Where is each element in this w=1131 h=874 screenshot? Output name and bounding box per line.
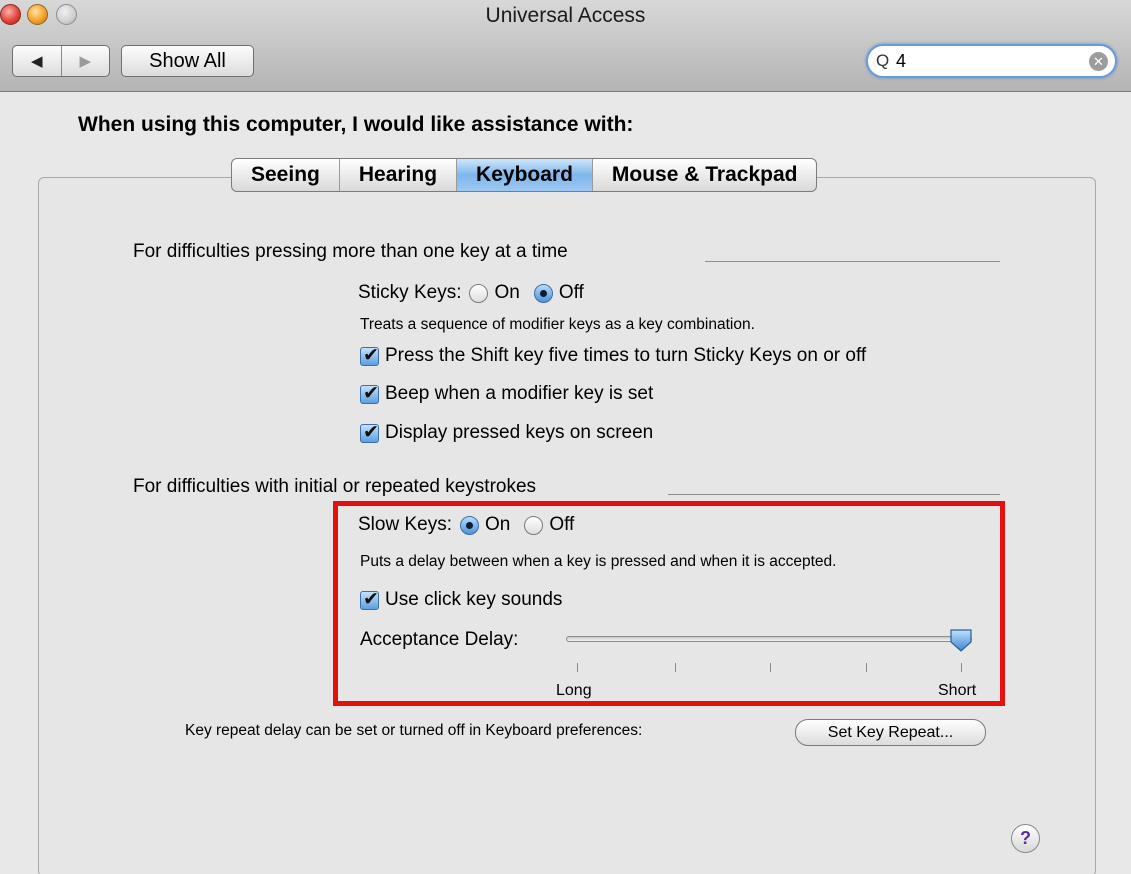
set-key-repeat-button[interactable]: Set Key Repeat... xyxy=(795,719,986,746)
category-tabs: Seeing Hearing Keyboard Mouse & Trackpad xyxy=(231,158,818,192)
sticky-keys-label: Sticky Keys: xyxy=(358,282,462,303)
radio-label: On xyxy=(494,282,520,303)
search-icon: Q xyxy=(876,51,890,70)
section-divider xyxy=(705,261,1000,262)
forward-arrow-icon[interactable]: ▶ xyxy=(60,46,110,76)
checkbox-label: Press the Shift key five times to turn S… xyxy=(385,345,867,366)
checkbox-checked-icon xyxy=(360,421,379,444)
tab-mouse-trackpad[interactable]: Mouse & Trackpad xyxy=(591,159,817,191)
shift-five-times-checkbox[interactable]: Press the Shift key five times to turn S… xyxy=(360,344,867,367)
checkbox-label: Beep when a modifier key is set xyxy=(385,383,654,404)
clear-search-icon[interactable]: ✕ xyxy=(1089,52,1108,71)
radio-icon xyxy=(469,283,489,303)
sticky-keys-on-radio[interactable]: On xyxy=(469,282,520,304)
sticky-keys-description: Treats a sequence of modifier keys as a … xyxy=(360,316,755,333)
radio-label: Off xyxy=(558,282,584,303)
window-title: Universal Access xyxy=(485,4,646,27)
display-keys-checkbox[interactable]: Display pressed keys on screen xyxy=(360,421,654,444)
show-all-button[interactable]: Show All xyxy=(121,45,254,77)
checkbox-checked-icon xyxy=(360,382,379,405)
checkbox-checked-icon xyxy=(360,344,379,367)
tab-seeing[interactable]: Seeing xyxy=(232,159,339,191)
tab-keyboard[interactable]: Keyboard xyxy=(456,159,592,191)
help-icon[interactable]: ? xyxy=(1011,824,1040,853)
section-divider xyxy=(668,494,1000,495)
search-input[interactable] xyxy=(896,49,1076,73)
navigation-segmented-control: ◀ ▶ xyxy=(12,45,110,77)
checkbox-label: Display pressed keys on screen xyxy=(385,422,654,443)
sticky-keys-row: Sticky Keys: On Off xyxy=(358,282,598,304)
page-heading: When using this computer, I would like a… xyxy=(78,113,634,136)
back-arrow-icon[interactable]: ◀ xyxy=(13,46,61,76)
tab-hearing[interactable]: Hearing xyxy=(338,159,456,191)
beep-modifier-checkbox[interactable]: Beep when a modifier key is set xyxy=(360,382,654,405)
key-repeat-text: Key repeat delay can be set or turned of… xyxy=(185,722,643,739)
section-multiple-keys-title: For difficulties pressing more than one … xyxy=(133,241,568,262)
radio-selected-icon xyxy=(533,283,553,303)
sticky-keys-off-radio[interactable]: Off xyxy=(533,282,584,304)
search-field[interactable]: Q ✕ xyxy=(866,44,1117,78)
section-keystrokes-title: For difficulties with initial or repeate… xyxy=(133,476,537,497)
window-toolbar: Universal Access ◀ ▶ Show All Q ✕ xyxy=(0,0,1131,92)
highlight-annotation-box xyxy=(333,501,1005,706)
